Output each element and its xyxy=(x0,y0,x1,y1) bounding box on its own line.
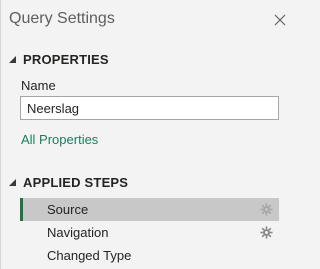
applied-steps-section-header[interactable]: APPLIED STEPS xyxy=(7,173,128,191)
step-label: Navigation xyxy=(47,225,109,240)
collapse-triangle-icon xyxy=(7,55,17,63)
query-settings-pane: Query Settings PROPERTIES Name All Prope… xyxy=(0,0,300,269)
gear-icon[interactable] xyxy=(260,226,273,239)
step-navigation[interactable]: Navigation xyxy=(20,221,279,244)
name-label: Name xyxy=(21,78,56,93)
step-label: Source xyxy=(47,202,89,217)
properties-section-label: PROPERTIES xyxy=(23,51,109,67)
pane-title: Query Settings xyxy=(9,10,115,27)
properties-section-header[interactable]: PROPERTIES xyxy=(7,50,109,68)
close-icon xyxy=(274,14,286,26)
applied-steps-section-label: APPLIED STEPS xyxy=(23,174,129,190)
step-source[interactable]: Source xyxy=(20,198,279,221)
all-properties-link[interactable]: All Properties xyxy=(21,132,98,147)
collapse-triangle-icon xyxy=(7,178,17,186)
applied-steps-list: Source Navigation Changed Type xyxy=(20,198,279,267)
pane-header: Query Settings xyxy=(9,8,292,32)
gear-icon[interactable] xyxy=(260,203,273,216)
step-label: Changed Type xyxy=(47,248,132,263)
close-button[interactable] xyxy=(268,8,292,32)
query-name-input[interactable] xyxy=(20,96,279,120)
step-changed-type[interactable]: Changed Type xyxy=(20,244,279,267)
